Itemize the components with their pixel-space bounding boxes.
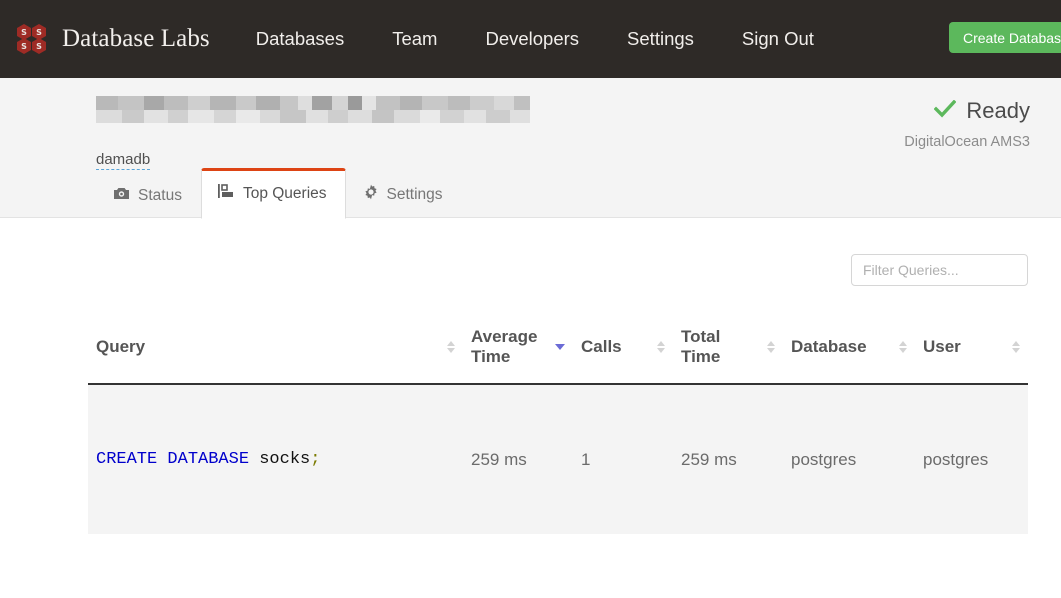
redacted-database-name — [96, 96, 530, 123]
svg-text:S: S — [36, 42, 42, 51]
nav-link-settings[interactable]: Settings — [603, 28, 718, 50]
sort-desc-icon — [767, 348, 775, 353]
cell-calls: 1 — [573, 534, 673, 598]
column-header-total-time[interactable]: Total Time — [673, 317, 783, 385]
sort-desc-icon — [447, 348, 455, 353]
tab-bar: Status Top Queries Settings — [96, 168, 462, 219]
camera-icon — [113, 186, 130, 205]
sort-desc-active-icon[interactable] — [555, 344, 565, 350]
database-title-block: damadb — [96, 96, 530, 170]
column-header-user[interactable]: User — [915, 317, 1028, 385]
cell-user: postgres — [915, 534, 1028, 598]
table-row[interactable]: CREATE EXTENSION citext; 56 ms 1 56 ms s… — [88, 534, 1028, 598]
table-header: Query Average Time Calls Total Time Data… — [88, 317, 1028, 385]
cell-user: postgres — [915, 384, 1028, 534]
database-status-block: Ready DigitalOcean AMS3 — [904, 98, 1030, 150]
hexagon-cluster-logo-icon: S S S S — [14, 22, 50, 56]
svg-text:S: S — [21, 28, 27, 37]
sort-asc-icon — [1012, 341, 1020, 346]
create-database-button[interactable]: Create Database — [949, 22, 1061, 53]
svg-text:S: S — [36, 28, 42, 37]
column-header-calls-label: Calls — [581, 337, 622, 356]
tab-status-label: Status — [138, 186, 182, 204]
sort-asc-icon — [767, 341, 775, 346]
sort-arrows-total-time[interactable] — [767, 341, 775, 353]
brand-name: Database Labs — [62, 25, 210, 52]
sort-arrows-database[interactable] — [899, 341, 907, 353]
cell-total-time: 56 ms — [673, 534, 783, 598]
filter-queries-input[interactable] — [851, 254, 1028, 286]
sort-asc-icon — [447, 341, 455, 346]
cell-calls: 1 — [573, 384, 673, 534]
top-queries-panel: Query Average Time Calls — [0, 218, 1061, 598]
sort-desc-icon — [899, 348, 907, 353]
gear-icon — [363, 184, 379, 205]
cell-database: postgres — [783, 384, 915, 534]
cell-database: socks — [783, 534, 915, 598]
cell-query: CREATE EXTENSION citext; — [88, 534, 463, 598]
brand[interactable]: S S S S Database Labs — [14, 22, 210, 56]
cell-average-time: 259 ms — [463, 384, 573, 534]
tab-settings-label: Settings — [386, 185, 443, 203]
bar-chart-icon — [217, 184, 235, 203]
filter-row — [851, 254, 1028, 286]
tab-status[interactable]: Status — [96, 174, 201, 218]
status-badge: Ready — [966, 98, 1030, 123]
svg-text:S: S — [21, 42, 27, 51]
sort-desc-icon — [1012, 348, 1020, 353]
nav-link-developers[interactable]: Developers — [461, 28, 603, 50]
table-row[interactable]: CREATE DATABASE socks; 259 ms 1 259 ms p… — [88, 384, 1028, 534]
provider-region-label: DigitalOcean AMS3 — [904, 134, 1030, 150]
top-queries-table: Query Average Time Calls Total Time Data… — [88, 317, 1028, 598]
nav-link-databases[interactable]: Databases — [256, 28, 368, 50]
cell-query: CREATE DATABASE socks; — [88, 384, 463, 534]
cell-average-time: 56 ms — [463, 534, 573, 598]
column-header-query[interactable]: Query — [88, 317, 463, 385]
tab-top-queries[interactable]: Top Queries — [200, 168, 346, 219]
sort-asc-icon — [899, 341, 907, 346]
database-subheader: damadb Ready DigitalOcean AMS3 Status To… — [0, 78, 1061, 219]
column-header-calls[interactable]: Calls — [573, 317, 673, 385]
tab-settings[interactable]: Settings — [346, 172, 462, 218]
primary-nav: Databases Team Developers Settings Sign … — [256, 28, 838, 50]
sort-arrows-query[interactable] — [447, 341, 455, 353]
column-header-database[interactable]: Database — [783, 317, 915, 385]
nav-link-team[interactable]: Team — [368, 28, 461, 50]
check-icon — [934, 99, 957, 123]
column-header-total-time-label: Total Time — [681, 327, 721, 366]
nav-link-sign-out[interactable]: Sign Out — [718, 28, 838, 50]
column-header-average-time-label: Average Time — [471, 327, 538, 366]
column-header-database-label: Database — [791, 337, 867, 356]
table-header-row: Query Average Time Calls Total Time Data… — [88, 317, 1028, 385]
table-body: CREATE DATABASE socks; 259 ms 1 259 ms p… — [88, 384, 1028, 598]
column-header-user-label: User — [923, 337, 961, 356]
sort-arrows-calls[interactable] — [657, 341, 665, 353]
top-navbar: S S S S Database Labs Databases Team Dev… — [0, 0, 1061, 78]
column-header-query-label: Query — [96, 337, 146, 356]
cell-total-time: 259 ms — [673, 384, 783, 534]
sort-asc-icon — [657, 341, 665, 346]
tab-top-queries-label: Top Queries — [242, 184, 327, 202]
column-header-average-time[interactable]: Average Time — [463, 317, 573, 385]
sort-desc-icon — [657, 348, 665, 353]
sort-arrows-user[interactable] — [1012, 341, 1020, 353]
